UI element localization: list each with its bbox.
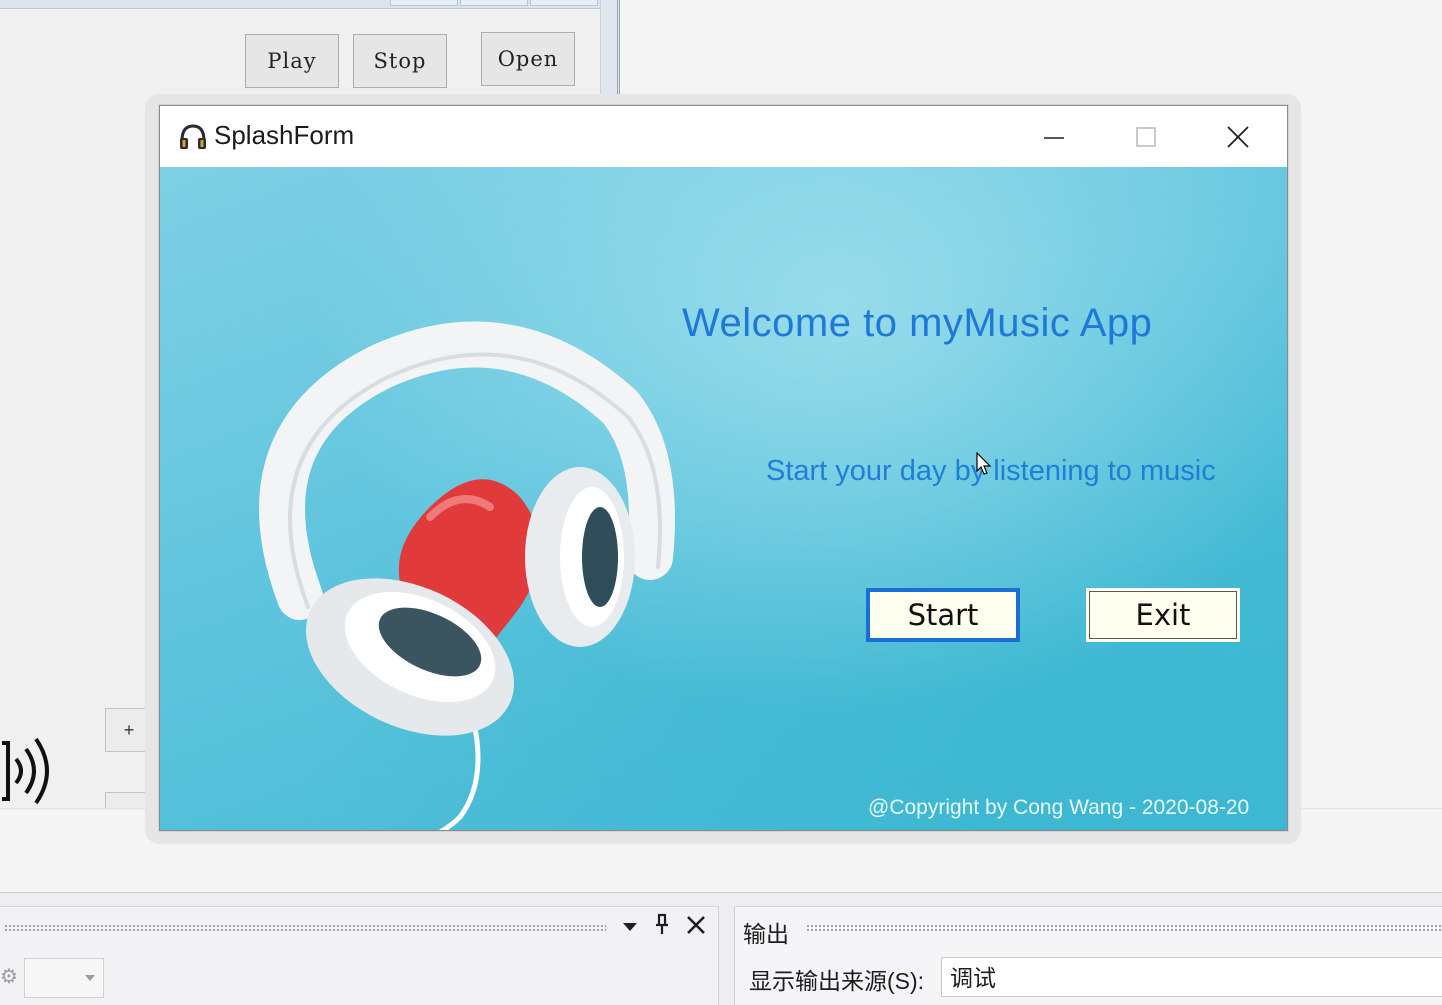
headphones-icon xyxy=(180,124,206,149)
panel-grip[interactable] xyxy=(4,924,606,932)
maximize-icon xyxy=(1136,126,1156,147)
output-panel-title: 输出 xyxy=(743,921,789,947)
close-icon[interactable] xyxy=(682,912,710,945)
minimize-icon xyxy=(1044,136,1064,139)
designer-tab[interactable] xyxy=(460,0,528,6)
mouse-cursor-icon xyxy=(976,452,992,475)
gear-icon[interactable]: ⚙ xyxy=(0,964,18,989)
output-source-select[interactable]: 调试 xyxy=(941,957,1442,997)
maximize-button[interactable] xyxy=(1100,106,1192,167)
panel-dropdown[interactable] xyxy=(24,958,104,998)
designer-splitter[interactable] xyxy=(600,0,620,105)
left-tool-panel xyxy=(0,906,719,1005)
play-button[interactable]: Play xyxy=(245,34,339,88)
title-bar[interactable]: SplashForm xyxy=(160,106,1287,167)
chevron-down-icon xyxy=(85,975,95,981)
headphones-heart-illustration xyxy=(259,321,675,830)
designer-tab[interactable] xyxy=(390,0,458,6)
panel-menu-icon[interactable] xyxy=(616,912,644,945)
minimize-button[interactable] xyxy=(1008,106,1100,167)
splash-window: SplashForm Welcome to myMusic App Start … xyxy=(159,105,1288,831)
exit-button[interactable]: Exit xyxy=(1086,588,1240,642)
pin-icon[interactable] xyxy=(648,912,676,945)
splash-background: Welcome to myMusic App Start your day by… xyxy=(160,167,1287,830)
designer-tab[interactable] xyxy=(530,0,598,6)
output-source-label: 显示输出来源(S): xyxy=(749,968,925,994)
copyright-text: @Copyright by Cong Wang - 2020-08-20 xyxy=(868,796,1250,819)
close-button[interactable] xyxy=(1192,106,1284,167)
stop-button[interactable]: Stop xyxy=(353,34,447,88)
close-icon xyxy=(1227,125,1249,148)
window-title: SplashForm xyxy=(214,120,355,150)
welcome-heading: Welcome to myMusic App xyxy=(682,301,1153,345)
volume-icon[interactable] xyxy=(0,735,56,807)
output-panel-grip[interactable] xyxy=(806,924,1442,932)
start-button[interactable]: Start xyxy=(866,588,1020,642)
open-button[interactable]: Open xyxy=(481,32,575,86)
